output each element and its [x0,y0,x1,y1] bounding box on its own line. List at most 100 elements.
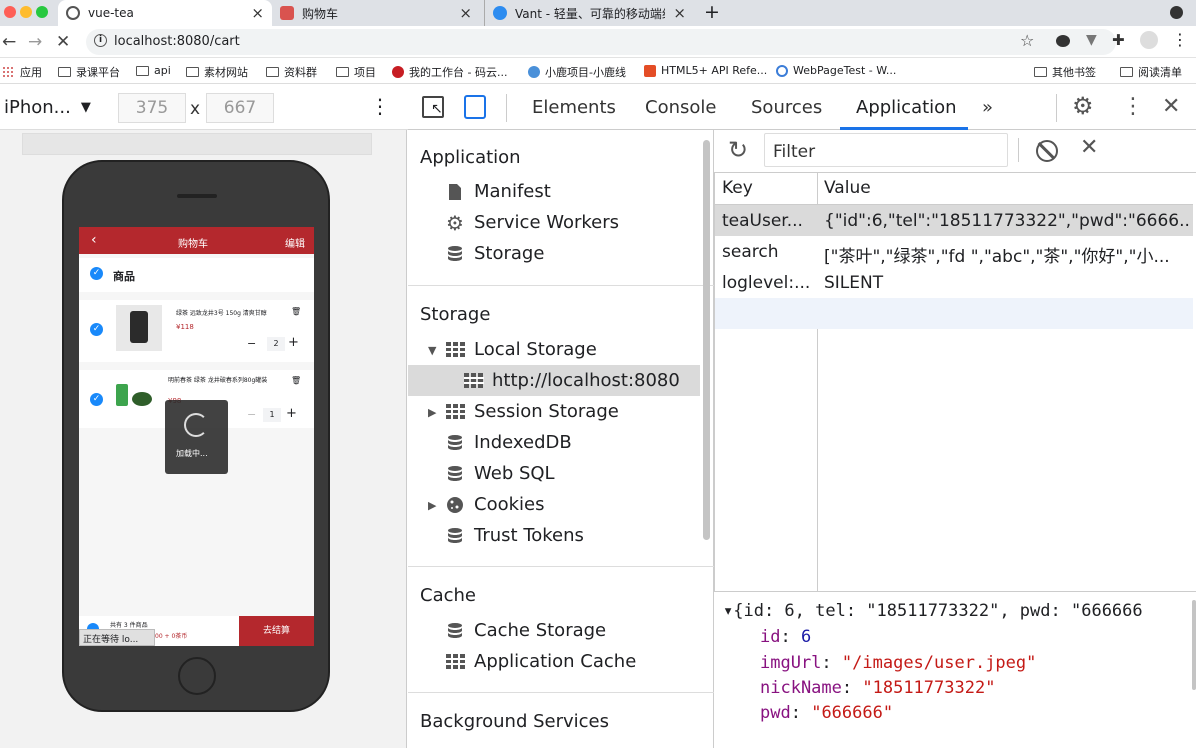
delete-icon[interactable]: 🗑 [291,307,301,316]
browser-tab-cart[interactable]: 购物车 × [272,0,480,26]
device-width-input[interactable]: 375 [118,93,186,123]
browser-menu-icon[interactable]: ⋮ [1172,30,1188,49]
tab-elements[interactable]: Elements [532,97,616,118]
reading-list[interactable]: 阅读清单 [1120,64,1182,80]
increase-button[interactable]: + [288,335,299,350]
browser-tab-vant[interactable]: Vant - 轻量、可靠的移动端组件 × [484,0,694,26]
device-more-icon[interactable]: ⋮ [370,94,390,118]
cart-item: ✓ 绿茶 远致龙井3号 150g 清爽甘醇 🗑 ¥118 − 2 + [79,300,314,362]
bookmark-folder[interactable]: 项目 [336,64,376,80]
bookmark-gitee[interactable]: 我的工作台 - 码云... [392,64,507,80]
tab-search-icon[interactable] [1170,6,1183,19]
minimize-window-button[interactable] [20,6,32,18]
table-row[interactable]: loglevel:... SILENT [715,267,1193,298]
device-toggle-icon[interactable] [464,95,486,119]
clear-all-icon[interactable] [1036,140,1058,162]
select-all-checkbox[interactable]: ✓ [90,267,103,280]
sidebar-item-cookies[interactable]: Cookies [446,494,544,515]
refresh-icon[interactable]: ↻ [728,136,748,164]
back-arrow-icon[interactable]: ← [2,32,16,52]
preview-prop: nickName: "18511773322" [760,678,996,698]
sidebar-item-session-storage[interactable]: Session Storage [446,401,619,422]
sidebar-item-storage[interactable]: Storage [446,243,544,264]
profile-avatar-icon[interactable] [1140,31,1158,49]
sidebar-scrollbar[interactable] [703,140,710,540]
nav-edit-button[interactable]: 编辑 [285,235,305,250]
expand-arrow-icon[interactable]: ▼ [428,344,436,357]
prop-key: nickName [760,678,842,698]
close-tab-icon[interactable]: × [673,4,686,22]
bookmark-apps[interactable]: 应用 [2,64,42,80]
expand-arrow-icon[interactable]: ▶ [428,406,436,419]
extension-icon[interactable] [1056,35,1070,47]
browser-tab-vue-tea[interactable]: vue-tea × [58,0,272,26]
column-header-value[interactable]: Value [824,178,871,198]
bookmark-other[interactable]: 其他书签 [1034,64,1096,80]
close-window-button[interactable] [4,6,16,18]
inspect-element-icon[interactable]: ↖ [422,96,444,118]
close-devtools-icon[interactable]: ✕ [1162,94,1180,119]
delete-selected-icon[interactable]: ✕ [1080,135,1098,160]
checkout-button[interactable]: 去结算 [239,616,314,646]
bookmark-html5[interactable]: HTML5+ API Refe... [644,64,767,77]
sidebar-item-cache-storage[interactable]: Cache Storage [446,620,606,641]
tab-console[interactable]: Console [645,97,716,118]
bookmark-folder[interactable]: api [136,64,171,77]
device-height-input[interactable]: 667 [206,93,274,123]
media-query-bar[interactable] [22,133,372,155]
bookmark-star-icon[interactable]: ☆ [1020,31,1034,50]
table-row[interactable]: search ["茶叶","绿茶","fd ","abc","茶","你好","… [715,236,1193,267]
product-name: 明前春茶 绿茶 龙井破春系列80g罐装 [168,377,268,384]
table-row[interactable]: teaUser... {"id":6,"tel":"18511773322","… [715,205,1193,236]
sidebar-item-application-cache[interactable]: Application Cache [446,651,636,672]
sidebar-item-service-workers[interactable]: ⚙ Service Workers [446,212,619,233]
extensions-puzzle-icon[interactable]: ✚ [1112,31,1125,49]
stop-loading-icon[interactable]: ✕ [56,32,70,52]
increase-button[interactable]: + [286,406,297,421]
forward-arrow-icon[interactable]: → [28,32,42,52]
item-checkbox[interactable]: ✓ [90,393,103,406]
bookmark-folder[interactable]: 资料群 [266,64,317,80]
quantity-input[interactable]: 2 [267,337,285,351]
bookmark-xiaolu[interactable]: 小鹿项目-小鹿线 [528,64,626,80]
maximize-window-button[interactable] [36,6,48,18]
preview-summary[interactable]: ▾{id: 6, tel: "18511773322", pwd: "66666… [723,601,1143,621]
sidebar-item-indexeddb[interactable]: IndexedDB [446,432,572,453]
decrease-button[interactable]: − [247,337,256,350]
url-field[interactable]: i localhost:8080/cart [86,29,1116,55]
vue-devtools-icon[interactable]: ▼ [1086,32,1097,48]
sidebar-item-local-origin[interactable]: http://localhost:8080 [464,370,680,391]
sidebar-item-local-storage[interactable]: Local Storage [446,339,597,360]
folder-icon [136,65,149,76]
row-key: teaUser... [722,211,803,231]
expand-arrow-icon[interactable]: ▶ [428,499,436,512]
quantity-input[interactable]: 1 [263,408,281,422]
sidebar-item-websql[interactable]: Web SQL [446,463,555,484]
new-tab-button[interactable]: + [704,1,720,23]
bookmark-folder[interactable]: 录课平台 [58,64,120,80]
tab-application[interactable]: Application [856,97,957,118]
site-info-icon[interactable]: i [94,34,107,47]
devtools-menu-icon[interactable]: ⋮ [1122,94,1144,119]
settings-gear-icon[interactable]: ⚙ [1072,92,1094,120]
decrease-button[interactable]: − [247,408,256,421]
item-checkbox[interactable]: ✓ [90,323,103,336]
bookmark-folder[interactable]: 素材网站 [186,64,248,80]
home-button[interactable] [178,657,216,695]
more-tabs-button[interactable]: » [982,97,993,118]
sidebar-item-manifest[interactable]: Manifest [446,181,551,202]
preview-scrollbar[interactable] [1192,600,1196,690]
sidebar-item-trust-tokens[interactable]: Trust Tokens [446,525,584,546]
close-tab-icon[interactable]: × [459,4,472,22]
close-tab-icon[interactable]: × [251,4,264,22]
product-image[interactable] [114,380,156,410]
device-select[interactable]: iPhon... ▼ [4,97,91,118]
product-image[interactable] [116,305,162,351]
nav-back-icon[interactable]: ‹ [91,232,97,248]
filter-input[interactable]: Filter [764,133,1008,167]
column-header-key[interactable]: Key [722,178,753,198]
tab-sources[interactable]: Sources [751,97,822,118]
delete-icon[interactable]: 🗑 [291,376,301,385]
local-storage-view: ↻ Filter ✕ Key Value teaUser... {"id":6,… [714,130,1196,748]
bookmark-webpagetest[interactable]: WebPageTest - W... [776,64,896,77]
